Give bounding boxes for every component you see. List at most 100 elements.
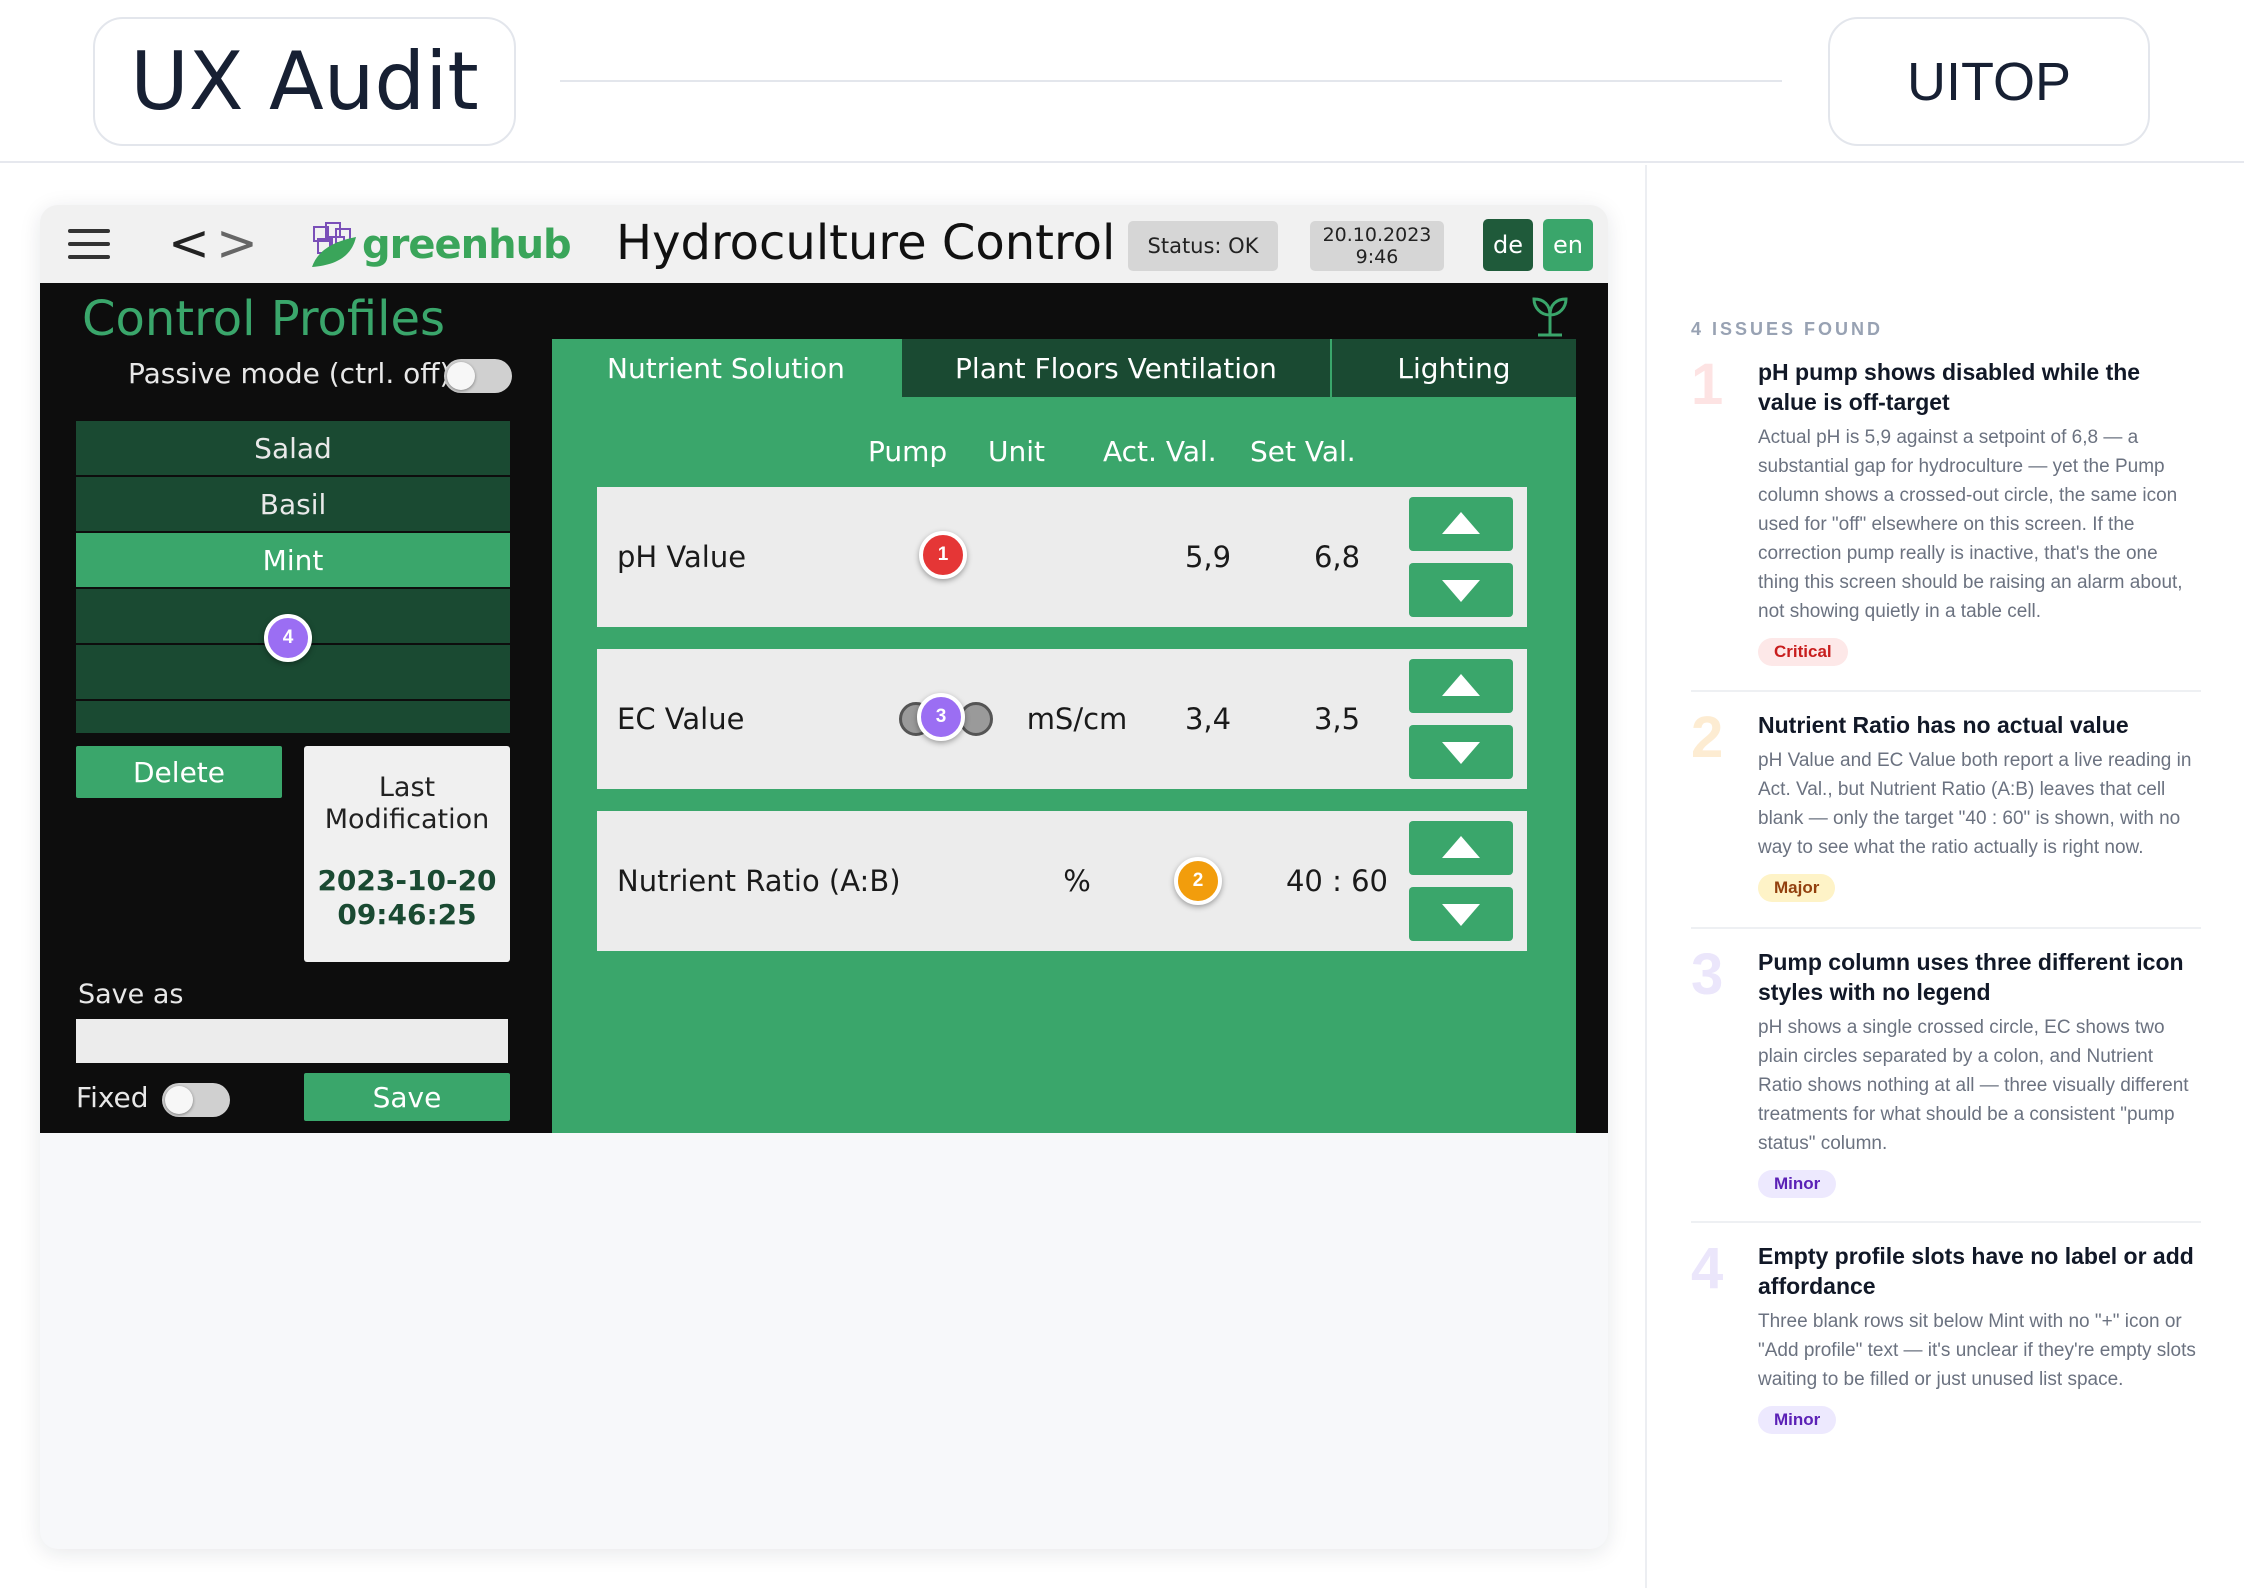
severity-badge: Critical (1758, 638, 1848, 666)
save-as-input[interactable] (76, 1019, 508, 1063)
issue-divider (1691, 927, 2201, 929)
decrease-button[interactable] (1409, 887, 1513, 941)
issue-marker-3[interactable]: 3 (917, 693, 965, 741)
issue-number: 4 (1691, 1236, 1724, 1301)
language-en-button[interactable]: en (1543, 219, 1593, 271)
row-unit: % (1063, 864, 1091, 898)
save-button[interactable]: Save (304, 1073, 510, 1121)
profile-list: Salad Basil Mint (76, 421, 510, 735)
severity-badge: Major (1758, 874, 1836, 902)
profile-item-mint[interactable]: Mint (76, 533, 510, 587)
language-de-button[interactable]: de (1483, 219, 1533, 271)
issue-title: Empty profile slots have no label or add… (1758, 1243, 2194, 1299)
fixed-toggle[interactable] (162, 1083, 230, 1117)
control-profiles-title: Control Profiles (82, 291, 446, 347)
tab-plant-floors-ventilation[interactable]: Plant Floors Ventilation (902, 339, 1330, 397)
column-header-unit: Unit (988, 435, 1045, 468)
issues-sidebar: 4 ISSUES FOUND 1 pH pump shows disabled … (1645, 165, 2244, 1588)
menu-icon[interactable] (68, 229, 110, 259)
arrow-up-icon (1442, 512, 1480, 534)
save-as-label: Save as (78, 979, 184, 1010)
time-text: 9:46 (1355, 246, 1399, 268)
issue-card-2[interactable]: 2 Nutrient Ratio has no actual value pH … (1691, 706, 2201, 902)
issue-title: Nutrient Ratio has no actual value (1758, 712, 2129, 738)
delete-button[interactable]: Delete (76, 746, 282, 798)
row-actual-value: 5,9 (1184, 540, 1232, 574)
last-modification-label: Last Modification (324, 772, 490, 835)
issue-description: pH shows a single crossed circle, EC sho… (1758, 1017, 2189, 1154)
issue-marker-2[interactable]: 2 (1174, 857, 1222, 905)
app-screenshot: < > greenhub Hydroculture Control Status… (40, 205, 1608, 1549)
content-area: < > greenhub Hydroculture Control Status… (0, 165, 1645, 1588)
issue-description: Three blank rows sit below Mint with no … (1758, 1311, 2196, 1390)
profile-item-empty-3[interactable] (76, 701, 510, 733)
issue-marker-4[interactable]: 4 (264, 614, 312, 662)
issue-card-1[interactable]: 1 pH pump shows disabled while the value… (1691, 353, 2201, 666)
brand-logo: greenhub (308, 219, 572, 271)
table-row-nutrient-ratio: Nutrient Ratio (A:B) % 40 : 60 2 (597, 811, 1527, 951)
row-label: Nutrient Ratio (A:B) (617, 864, 901, 898)
issue-divider (1691, 1221, 2201, 1223)
issue-card-3[interactable]: 3 Pump column uses three different icon … (1691, 943, 2201, 1198)
audit-header: UX Audit UITOP (0, 0, 2244, 163)
sprout-icon (1532, 297, 1568, 337)
app-top-bar: < > greenhub Hydroculture Control Status… (40, 205, 1608, 283)
passive-mode-toggle[interactable] (444, 359, 512, 393)
row-actual-value: 3,4 (1184, 702, 1232, 736)
table-row-ec: EC Value mS/cm 3,4 3,5 3 (597, 649, 1527, 789)
issue-number: 2 (1691, 705, 1724, 770)
issue-card-4[interactable]: 4 Empty profile slots have no label or a… (1691, 1237, 2201, 1434)
table-row-ph: pH Value 5,9 6,8 1 (597, 487, 1527, 627)
row-unit (1017, 487, 1137, 627)
issue-marker-1[interactable]: 1 (919, 531, 967, 579)
issue-title: Pump column uses three different icon st… (1758, 949, 2184, 1005)
issue-divider (1691, 690, 2201, 692)
increase-button[interactable] (1409, 659, 1513, 713)
status-badge: Status: OK (1128, 221, 1278, 271)
tab-lighting[interactable]: Lighting (1332, 339, 1576, 397)
row-unit: mS/cm (1026, 702, 1128, 736)
issue-description: pH Value and EC Value both report a live… (1758, 750, 2192, 858)
increase-button[interactable] (1409, 497, 1513, 551)
profile-item-basil[interactable]: Basil (76, 477, 510, 531)
app-title: Hydroculture Control (616, 215, 1116, 271)
row-set-value: 6,8 (1313, 540, 1361, 574)
brand-badge: UITOP (1828, 17, 2150, 146)
decrease-button[interactable] (1409, 563, 1513, 617)
arrow-up-icon (1442, 836, 1480, 858)
app-body: Control Profiles Passive mode (ctrl. off… (40, 283, 1608, 1133)
column-header-set-val: Set Val. (1250, 435, 1356, 468)
column-header-pump: Pump (868, 435, 948, 468)
arrow-down-icon (1442, 580, 1480, 602)
page-title: UX Audit (93, 17, 516, 146)
brand-name: greenhub (362, 222, 572, 268)
row-label: pH Value (617, 540, 747, 574)
back-arrow-icon[interactable]: < (168, 215, 210, 271)
tab-nutrient-solution[interactable]: Nutrient Solution (552, 339, 900, 397)
profile-item-salad[interactable]: Salad (76, 421, 510, 475)
severity-badge: Minor (1758, 1170, 1837, 1198)
increase-button[interactable] (1409, 821, 1513, 875)
greenhub-logo-icon (312, 222, 356, 267)
row-set-value: 3,5 (1313, 702, 1361, 736)
passive-mode-label: Passive mode (ctrl. off) (128, 357, 451, 390)
issues-count: 4 ISSUES FOUND (1691, 319, 1884, 339)
severity-badge: Minor (1758, 1406, 1837, 1434)
row-label: EC Value (617, 702, 745, 736)
last-modification-card: Last Modification 2023-10-20 09:46:25 (304, 746, 510, 962)
issue-title: pH pump shows disabled while the value i… (1758, 359, 2141, 415)
decrease-button[interactable] (1409, 725, 1513, 779)
last-modification-value: 2023-10-20 09:46:25 (304, 864, 510, 932)
issue-number: 3 (1691, 942, 1724, 1007)
date-time-display: 20.10.2023 9:46 (1310, 221, 1444, 271)
date-text: 20.10.2023 (1322, 224, 1432, 246)
arrow-down-icon (1442, 742, 1480, 764)
tabs-panel: Nutrient Solution Plant Floors Ventilati… (552, 339, 1576, 1133)
forward-arrow-icon[interactable]: > (216, 215, 258, 271)
last-modification-date: 2023-10-20 (317, 864, 497, 897)
last-modification-time: 09:46:25 (337, 898, 477, 931)
fixed-label: Fixed (76, 1081, 149, 1114)
arrow-up-icon (1442, 674, 1480, 696)
column-header-act-val: Act. Val. (1103, 435, 1217, 468)
arrow-down-icon (1442, 904, 1480, 926)
